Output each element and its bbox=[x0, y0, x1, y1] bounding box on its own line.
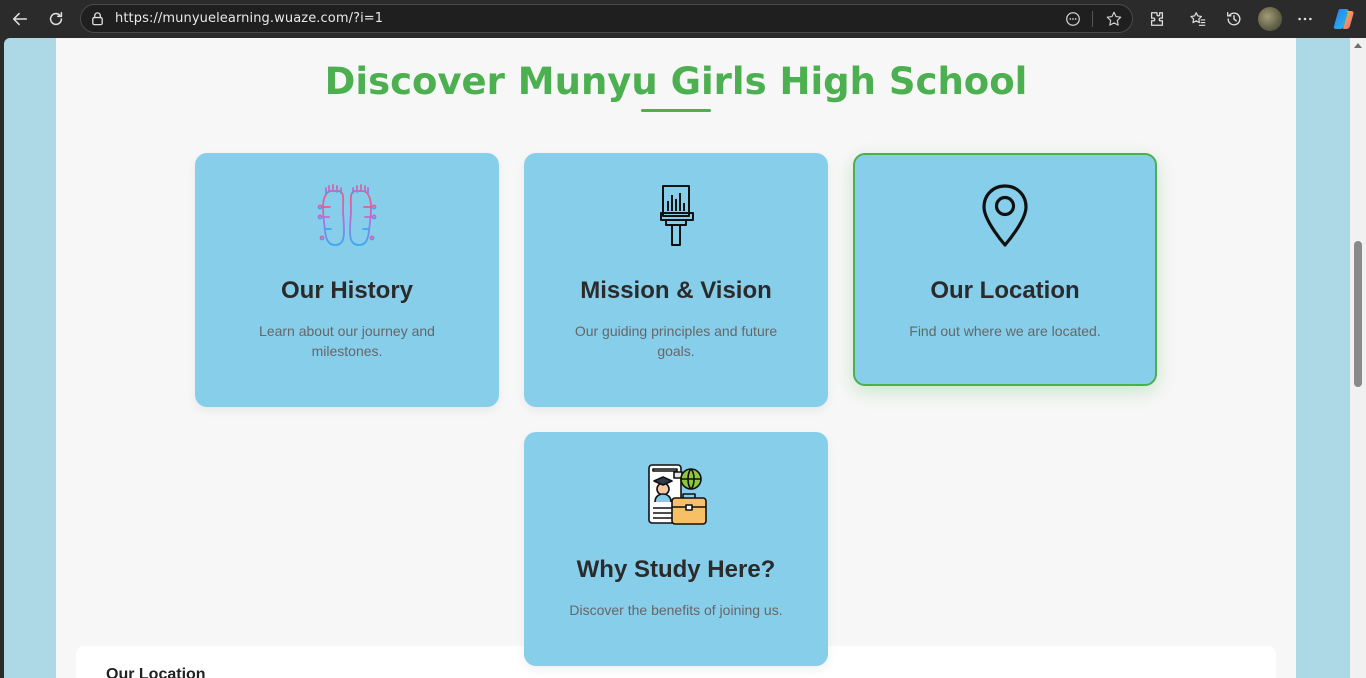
page-viewport: Discover Munyu Girls High School Our His… bbox=[4, 38, 1366, 678]
card-description: Our guiding principles and future goals. bbox=[574, 323, 778, 359]
back-button[interactable] bbox=[7, 6, 33, 32]
settings-more-button[interactable] bbox=[1292, 6, 1318, 32]
history-button[interactable] bbox=[1221, 6, 1247, 32]
card-our-location[interactable]: Our Location Find out where we are locat… bbox=[853, 153, 1157, 386]
favorite-star-icon[interactable] bbox=[1105, 10, 1123, 28]
card-title: Mission & Vision bbox=[580, 277, 772, 304]
more-site-info-icon[interactable] bbox=[1064, 10, 1082, 28]
card-mission-vision[interactable]: Mission & Vision Our guiding principles … bbox=[524, 153, 828, 407]
card-title: Why Study Here? bbox=[576, 556, 776, 583]
lock-icon bbox=[92, 12, 103, 26]
card-title: Our History bbox=[280, 277, 414, 304]
more-dots-icon bbox=[1298, 17, 1312, 21]
card-why-study-here[interactable]: Why Study Here? Discover the benefits of… bbox=[524, 432, 828, 666]
address-bar[interactable]: https://munyuelearning.wuaze.com/?i=1 bbox=[80, 4, 1133, 33]
scrollbar-thumb[interactable] bbox=[1354, 241, 1362, 387]
study-abroad-icon bbox=[648, 464, 707, 525]
card-title: Our Location bbox=[930, 277, 1080, 304]
card-our-history[interactable]: Our History Learn about our journey and … bbox=[195, 153, 499, 407]
section-heading: Our Location bbox=[106, 666, 206, 678]
scroll-up-arrow-icon[interactable] bbox=[1354, 43, 1362, 48]
url-divider bbox=[1092, 11, 1093, 27]
card-description: Learn about our journey and milestones. bbox=[259, 323, 435, 359]
favorites-list-icon bbox=[1190, 12, 1206, 26]
paint-brush-icon bbox=[660, 185, 694, 246]
puzzle-icon bbox=[1150, 12, 1164, 26]
main-content: Discover Munyu Girls High School Our His… bbox=[56, 38, 1296, 678]
favorites-button[interactable] bbox=[1185, 6, 1211, 32]
reload-icon bbox=[49, 11, 63, 26]
location-pin-icon bbox=[982, 184, 1028, 247]
copilot-icon[interactable] bbox=[1332, 7, 1356, 31]
back-arrow-icon bbox=[12, 12, 28, 26]
title-underline bbox=[641, 109, 711, 112]
extensions-button[interactable] bbox=[1144, 6, 1170, 32]
reload-button[interactable] bbox=[43, 6, 69, 32]
profile-avatar[interactable] bbox=[1258, 7, 1282, 31]
card-description: Discover the benefits of joining us. bbox=[569, 602, 783, 618]
url-text: https://munyuelearning.wuaze.com/?i=1 bbox=[115, 11, 384, 26]
page-title: Discover Munyu Girls High School bbox=[324, 60, 1028, 103]
card-description: Find out where we are located. bbox=[909, 323, 1101, 339]
browser-toolbar: https://munyuelearning.wuaze.com/?i=1 bbox=[0, 0, 1366, 38]
vertical-scrollbar[interactable] bbox=[1350, 38, 1366, 678]
feet-icon bbox=[317, 184, 377, 246]
history-icon bbox=[1227, 12, 1241, 26]
